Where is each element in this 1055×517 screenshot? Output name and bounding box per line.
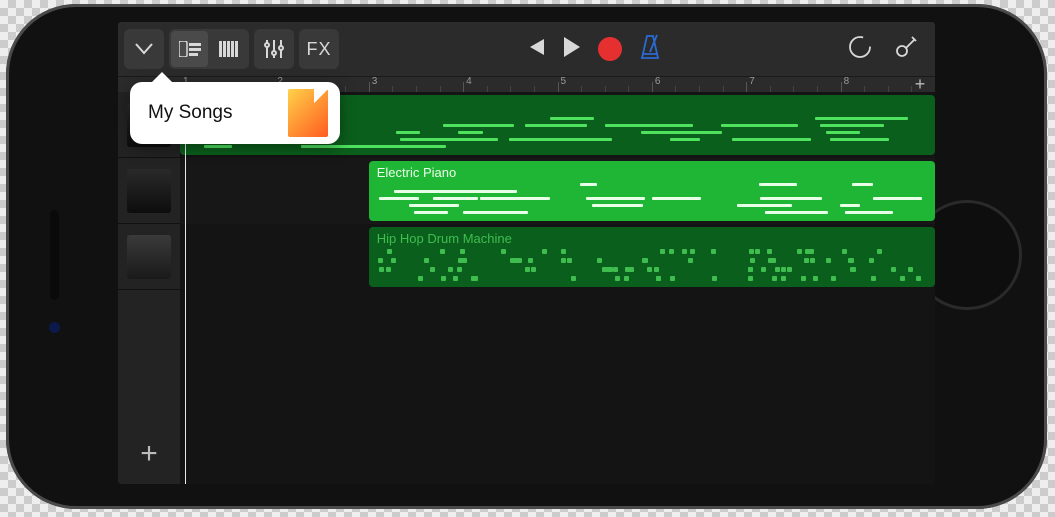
track-headers: + xyxy=(118,92,180,484)
view-mode-toggle[interactable] xyxy=(169,29,249,69)
add-track-button[interactable]: + xyxy=(118,424,180,484)
my-songs-button[interactable]: My Songs xyxy=(148,102,288,124)
app-screen: FX 12345678 + xyxy=(118,22,935,484)
ruler-bar-label: 3 xyxy=(372,76,378,87)
track-header-3[interactable] xyxy=(118,224,180,290)
track-controls-button[interactable] xyxy=(254,29,294,69)
ruler-bar-label: 5 xyxy=(561,76,567,87)
toolbar: FX xyxy=(118,22,935,76)
garageband-document-icon xyxy=(288,89,328,137)
ruler-bar-label: 8 xyxy=(844,76,850,87)
add-section-button[interactable]: + xyxy=(911,76,929,92)
fx-button[interactable]: FX xyxy=(299,29,339,69)
instrument-icon xyxy=(127,169,171,213)
metronome-button[interactable] xyxy=(638,34,662,65)
midi-region[interactable]: Electric Piano xyxy=(369,161,935,221)
settings-button[interactable] xyxy=(893,34,919,65)
play-button[interactable] xyxy=(562,36,582,63)
region-label: Hip Hop Drum Machine xyxy=(377,231,927,246)
region-label: Electric Piano xyxy=(377,165,927,180)
track-lanes[interactable]: Electric Piano Hip Hop Drum Machine xyxy=(180,92,935,484)
ruler-bar-label: 4 xyxy=(466,76,472,87)
go-to-beginning-button[interactable] xyxy=(524,37,546,62)
loop-button[interactable] xyxy=(847,34,873,65)
browser-dropdown-button[interactable] xyxy=(124,29,164,69)
instrument-icon xyxy=(127,235,171,279)
transport xyxy=(524,34,662,65)
midi-region[interactable]: Hip Hop Drum Machine xyxy=(369,227,935,287)
playhead[interactable] xyxy=(185,92,186,484)
tracks-view-icon[interactable] xyxy=(171,31,208,67)
ruler-bar-label: 6 xyxy=(655,76,661,87)
record-button[interactable] xyxy=(598,37,622,61)
track-header-2[interactable] xyxy=(118,158,180,224)
instrument-view-icon[interactable] xyxy=(210,31,247,67)
ruler-bar-label: 7 xyxy=(749,76,755,87)
track-lane[interactable]: Electric Piano xyxy=(180,158,935,224)
track-lane[interactable]: Hip Hop Drum Machine xyxy=(180,224,935,290)
browser-popover: My Songs xyxy=(130,82,340,144)
